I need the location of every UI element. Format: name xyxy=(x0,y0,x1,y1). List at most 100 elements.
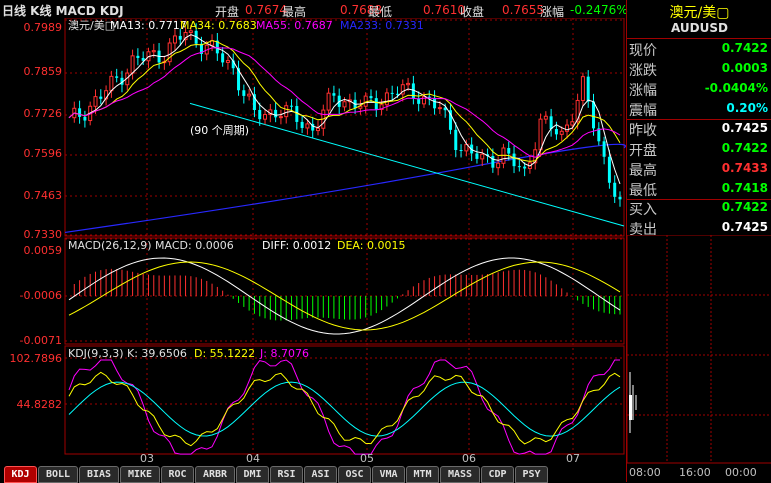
quote-row-value: 0.7425 xyxy=(721,220,768,234)
candle-body-up xyxy=(305,123,310,129)
tab-vma[interactable]: VMA xyxy=(372,466,405,483)
candle-body-up xyxy=(406,82,411,86)
quote-row-0: 现价 0.7422 xyxy=(627,40,771,59)
y-tick: 0.7330 xyxy=(24,228,63,241)
candle-body-down xyxy=(83,116,87,121)
quote-row-6: 最高 0.7433 xyxy=(627,160,771,179)
candle-body-up xyxy=(363,95,368,107)
quote-row-value: 0.7433 xyxy=(721,161,768,175)
tab-mtm[interactable]: MTM xyxy=(406,466,439,483)
main-legend-item: MA34: 0.7683 xyxy=(180,19,257,32)
candle-body-down xyxy=(459,150,463,152)
kdj-panel xyxy=(68,359,621,455)
candle-body-up xyxy=(247,93,252,97)
chart-title: 日线 K线 MACD KDJ xyxy=(2,4,124,18)
candle-body-down xyxy=(242,90,246,96)
x-tick: 07 xyxy=(566,452,580,464)
candle-body-down xyxy=(523,166,527,169)
quote-row-label: 最高 xyxy=(629,163,657,179)
quote-row-value: 0.7422 xyxy=(721,200,768,214)
candle-body-up xyxy=(172,35,177,44)
quote-row-label: 昨收 xyxy=(629,123,657,139)
y-tick: 0.7463 xyxy=(24,189,63,202)
quote-title: 澳元/美▢ xyxy=(669,5,730,21)
quote-panel: 澳元/美▢ AUDUSD 现价 0.7422 涨跌 0.0003 涨幅 -0.0404% 震… xyxy=(626,0,771,482)
candle-body-up xyxy=(151,50,156,53)
quote-row-7: 最低 0.7418 xyxy=(627,180,771,199)
y-tick: 0.7596 xyxy=(24,147,63,160)
trend-annotation: (90 个周期) xyxy=(190,124,249,137)
y-tick: 0.7859 xyxy=(24,65,63,78)
candle-body-down xyxy=(115,76,119,78)
quote-divider xyxy=(627,38,771,39)
trend-line xyxy=(189,102,625,227)
quote-row-value: 0.0003 xyxy=(721,61,768,75)
candle-body-up xyxy=(384,92,389,106)
kdj-y-tick: 44.8282 xyxy=(17,398,63,411)
candle-body-up xyxy=(109,75,114,92)
candle-body-up xyxy=(284,105,289,118)
tab-cdp[interactable]: CDP xyxy=(481,466,514,483)
candle-body-down xyxy=(554,129,558,135)
candle-body-up xyxy=(278,116,283,119)
x-tick: 06 xyxy=(462,452,476,464)
candle-body-down xyxy=(300,121,304,128)
candle-body-down xyxy=(258,110,262,120)
candle-body-down xyxy=(475,153,479,159)
tab-mike[interactable]: MIKE xyxy=(120,466,160,483)
tab-arbr[interactable]: ARBR xyxy=(195,466,235,483)
macd-y-tick: 0.0059 xyxy=(24,244,63,257)
candle-body-up xyxy=(263,114,268,120)
main-legend-item: MA233: 0.7331 xyxy=(340,19,424,32)
candle-body-up xyxy=(570,121,575,126)
candle-body-up xyxy=(559,130,564,135)
candle-body-down xyxy=(613,182,617,197)
quote-row-label: 买入 xyxy=(629,202,657,218)
quote-row-value: 0.7422 xyxy=(721,141,768,155)
chart-area[interactable]: 0.7989 0.7859 0.7726 0.7596 0.7463 0.7330 0.00… xyxy=(0,18,626,464)
intraday-chart xyxy=(627,235,771,464)
tab-bias[interactable]: BIAS xyxy=(79,466,119,483)
tab-psy[interactable]: PSY xyxy=(515,466,548,483)
candle-body-up xyxy=(421,96,426,105)
quote-row-label: 开盘 xyxy=(629,143,657,159)
candle-body-up xyxy=(326,92,331,111)
quote-row-label: 涨跌 xyxy=(629,63,657,79)
tab-roc[interactable]: ROC xyxy=(161,466,194,483)
tab-boll[interactable]: BOLL xyxy=(38,466,78,483)
kdj-y-tick: 102.7896 xyxy=(10,352,63,365)
candle-body-down xyxy=(586,76,590,102)
x-tick: 04 xyxy=(246,452,260,464)
low-value: 0.7610 xyxy=(423,3,465,17)
chart-frame xyxy=(64,18,625,455)
change-value: -0.2476% xyxy=(570,3,628,17)
macd-legend-item: DIFF: 0.0012 xyxy=(262,239,331,252)
quote-row-8: 买入 0.7422 xyxy=(627,199,771,218)
candle-body-down xyxy=(507,148,511,154)
tab-kdj[interactable]: KDJ xyxy=(4,466,37,483)
quote-row-label: 现价 xyxy=(629,43,657,59)
panel-border xyxy=(64,345,625,455)
quote-row-label: 震幅 xyxy=(629,103,657,119)
tab-dmi[interactable]: DMI xyxy=(236,466,269,483)
macd-y-tick: -0.0006 xyxy=(20,289,62,302)
candle-body-down xyxy=(99,96,103,99)
candle-body-up xyxy=(480,153,485,160)
time-label-0000: 00:00 xyxy=(725,466,757,479)
candle-body-down xyxy=(374,98,378,110)
tab-mass[interactable]: MASS xyxy=(440,466,480,483)
tab-osc[interactable]: OSC xyxy=(338,466,371,483)
kdj-k-line xyxy=(68,371,621,447)
candle-body-down xyxy=(395,93,399,95)
quote-row-label: 涨幅 xyxy=(629,83,657,99)
tab-rsi[interactable]: RSI xyxy=(270,466,303,483)
candle-body-down xyxy=(549,116,553,130)
candle-body-down xyxy=(607,156,611,183)
quote-row-label: 最低 xyxy=(629,183,657,199)
close-value: 0.7655 xyxy=(502,3,544,17)
candle-body-up xyxy=(130,55,135,74)
candle-body-up xyxy=(580,76,585,101)
candle-body-up xyxy=(225,60,230,63)
ma233-path xyxy=(64,143,626,234)
tab-asi[interactable]: ASI xyxy=(304,466,337,483)
